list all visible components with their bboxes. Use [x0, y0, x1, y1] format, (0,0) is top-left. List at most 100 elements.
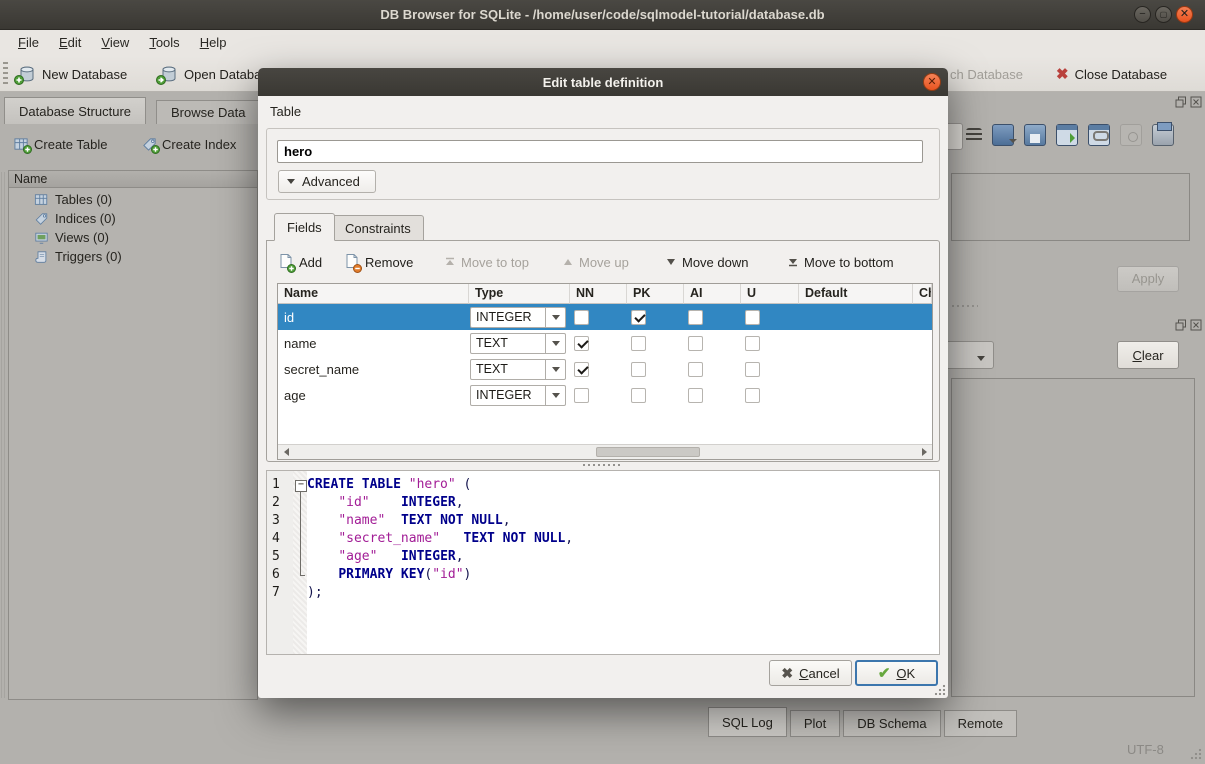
- sql-log-view[interactable]: [951, 378, 1195, 697]
- tab-database-structure[interactable]: Database Structure: [4, 97, 146, 124]
- tree-header-name[interactable]: Name: [9, 171, 257, 188]
- dock-float-icon[interactable]: [1175, 96, 1187, 108]
- field-type-combobox[interactable]: TEXT: [470, 333, 566, 354]
- clear-log-button[interactable]: Clear: [1117, 341, 1179, 369]
- field-row[interactable]: name TEXT: [278, 330, 932, 356]
- tree-item[interactable]: Indices (0): [9, 209, 257, 228]
- nn-checkbox[interactable]: [574, 336, 589, 351]
- remove-field-button[interactable]: Remove: [344, 249, 413, 275]
- cancel-button[interactable]: ✖ Cancel: [769, 660, 852, 686]
- close-database-button[interactable]: ✖ Close Database: [1056, 56, 1167, 92]
- ai-checkbox[interactable]: [688, 388, 703, 403]
- u-checkbox[interactable]: [745, 336, 760, 351]
- add-field-button[interactable]: Add: [278, 249, 322, 275]
- open-window-icon[interactable]: [1056, 124, 1078, 146]
- dialog-resize-grip[interactable]: [934, 684, 946, 696]
- scroll-left-icon[interactable]: [278, 445, 293, 459]
- tab-fields[interactable]: Fields: [274, 213, 335, 241]
- move-down-button[interactable]: Move down: [665, 249, 748, 275]
- dock-float-icon[interactable]: [1175, 319, 1187, 331]
- u-checkbox[interactable]: [745, 362, 760, 377]
- dialog-close-button[interactable]: ✕: [923, 73, 941, 91]
- window-close-button[interactable]: ✕: [1176, 6, 1193, 23]
- pk-checkbox[interactable]: [631, 388, 646, 403]
- text-edit-icon[interactable]: [966, 128, 982, 142]
- fold-marker[interactable]: [293, 530, 307, 548]
- ai-checkbox[interactable]: [688, 362, 703, 377]
- field-row[interactable]: age INTEGER: [278, 382, 932, 408]
- bottom-tab[interactable]: SQL Log: [708, 707, 787, 737]
- dock-close-icon[interactable]: [1190, 96, 1202, 108]
- window-resize-grip[interactable]: [1190, 748, 1202, 760]
- pk-checkbox[interactable]: [631, 310, 646, 325]
- grid-column-header[interactable]: Name: [278, 284, 469, 304]
- splitter-handle[interactable]: [952, 305, 978, 307]
- grid-column-header[interactable]: Type: [469, 284, 570, 304]
- pk-checkbox[interactable]: [631, 336, 646, 351]
- u-checkbox[interactable]: [745, 310, 760, 325]
- save-icon[interactable]: [1024, 124, 1046, 146]
- horizontal-scrollbar[interactable]: [278, 444, 932, 459]
- toolbar-drag-handle[interactable]: [3, 62, 8, 86]
- menu-item[interactable]: View: [91, 30, 139, 56]
- tree-item[interactable]: Views (0): [9, 228, 257, 247]
- splitter-handle[interactable]: [583, 464, 623, 466]
- move-to-bottom-button[interactable]: Move to bottom: [787, 249, 894, 275]
- advanced-button[interactable]: Advanced: [278, 170, 376, 193]
- bottom-tab[interactable]: Plot: [790, 710, 840, 737]
- scrollbar-thumb[interactable]: [596, 447, 700, 457]
- grid-column-header[interactable]: U: [741, 284, 799, 304]
- fold-marker[interactable]: [293, 548, 307, 566]
- grid-column-header[interactable]: PK: [627, 284, 684, 304]
- bottom-tab[interactable]: DB Schema: [843, 710, 940, 737]
- grid-column-header[interactable]: NN: [570, 284, 627, 304]
- menu-item[interactable]: Help: [190, 30, 237, 56]
- field-type-combobox[interactable]: INTEGER: [470, 307, 566, 328]
- nn-checkbox[interactable]: [574, 362, 589, 377]
- table-name-input[interactable]: [277, 140, 923, 163]
- grid-column-header[interactable]: Default: [799, 284, 913, 304]
- fold-marker[interactable]: [293, 584, 307, 602]
- field-type-combobox[interactable]: TEXT: [470, 359, 566, 380]
- ai-checkbox[interactable]: [688, 336, 703, 351]
- fold-marker[interactable]: [293, 494, 307, 512]
- link-icon[interactable]: [1088, 124, 1110, 146]
- window-titlebar[interactable]: DB Browser for SQLite - /home/user/code/…: [0, 0, 1205, 30]
- minimize-button[interactable]: −: [1134, 6, 1151, 23]
- nn-checkbox[interactable]: [574, 388, 589, 403]
- pk-checkbox[interactable]: [631, 362, 646, 377]
- scroll-right-icon[interactable]: [917, 445, 932, 459]
- grid-column-header[interactable]: AI: [684, 284, 741, 304]
- menu-item[interactable]: Edit: [49, 30, 91, 56]
- import-icon[interactable]: [992, 124, 1014, 146]
- tab-browse-data[interactable]: Browse Data: [156, 100, 260, 124]
- fold-marker[interactable]: [293, 566, 307, 584]
- attach-database-button[interactable]: ch Database: [950, 56, 1023, 92]
- menu-item[interactable]: Tools: [139, 30, 189, 56]
- maximize-button[interactable]: ▢: [1155, 6, 1172, 23]
- tree-item[interactable]: Tables (0): [9, 190, 257, 209]
- cell-mode-combobox[interactable]: [948, 123, 963, 150]
- create-table-button[interactable]: Create Table: [14, 133, 107, 155]
- field-row[interactable]: id INTEGER: [278, 304, 932, 330]
- u-checkbox[interactable]: [745, 388, 760, 403]
- dock-handle[interactable]: [1, 172, 7, 698]
- encoding-indicator[interactable]: UTF-8: [1127, 742, 1164, 757]
- create-index-button[interactable]: Create Index: [142, 133, 236, 155]
- fold-marker[interactable]: [293, 476, 307, 494]
- dock-close-icon[interactable]: [1190, 319, 1202, 331]
- dialog-titlebar[interactable]: Edit table definition ✕: [258, 68, 948, 96]
- tab-constraints[interactable]: Constraints: [332, 215, 424, 241]
- print-icon[interactable]: [1152, 124, 1174, 146]
- move-to-top-button[interactable]: Move to top: [444, 249, 529, 275]
- field-type-combobox[interactable]: INTEGER: [470, 385, 566, 406]
- ai-checkbox[interactable]: [688, 310, 703, 325]
- nn-checkbox[interactable]: [574, 310, 589, 325]
- field-row[interactable]: secret_name TEXT: [278, 356, 932, 382]
- menu-item[interactable]: File: [8, 30, 49, 56]
- apply-button[interactable]: Apply: [1117, 266, 1179, 292]
- cell-editor-area[interactable]: [951, 173, 1190, 241]
- grid-column-header[interactable]: Che: [913, 284, 932, 304]
- sql-preview[interactable]: 1 CREATE TABLE "hero" ( 2 "id" INTEGER, …: [266, 470, 940, 655]
- fold-marker[interactable]: [293, 512, 307, 530]
